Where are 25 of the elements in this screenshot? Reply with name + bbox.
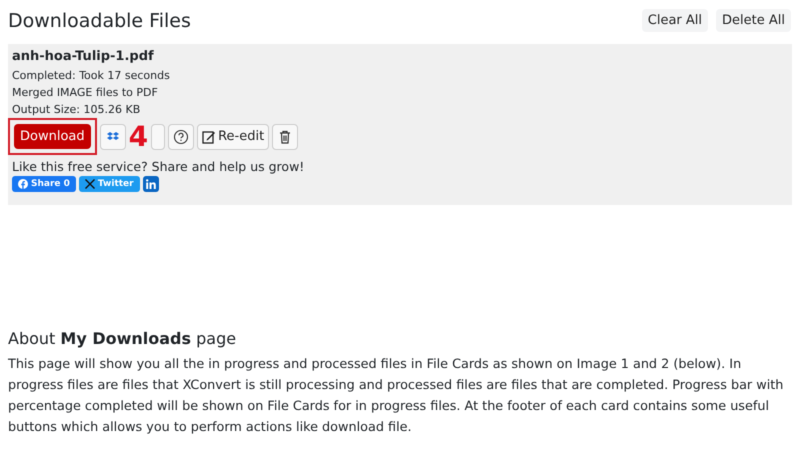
dropbox-button[interactable]	[100, 124, 126, 150]
share-text: Like this free service? Share and help us grow!	[12, 159, 306, 174]
x-logo-icon	[84, 179, 95, 189]
file-detail: Merged IMAGE files to PDF	[12, 85, 159, 101]
linkedin-icon	[144, 178, 157, 190]
delete-button[interactable]	[272, 124, 298, 150]
header-button[interactable]: Clear All	[642, 9, 708, 32]
download-button[interactable]: Download	[14, 124, 91, 149]
linkedin-share-button[interactable]	[142, 176, 159, 192]
page-title: Downloadable Files	[8, 10, 191, 32]
annotation-number: 4	[128, 122, 148, 152]
header-button[interactable]: Delete All	[716, 9, 791, 32]
box-icon	[106, 132, 119, 142]
question-icon	[173, 128, 190, 144]
file-name: anh-hoa-Tulip-1.pdf	[12, 49, 155, 64]
trash-icon	[279, 130, 292, 144]
help-button[interactable]	[168, 124, 194, 150]
description-paragraph: This page will show you all the in progress and processed files in File Cards as shown on Image 1 and 2 (below). In progress files are files that XConvert is still processing and processed files are files that are completed. Progress bar with percentage completed will be shown on File Cards for in progress files. At the footer of each card contains some useful buttons which allows you to perform actions like download file.	[8, 356, 784, 437]
edit-icon	[202, 130, 216, 144]
file-detail: Output Size: 105.26 KB	[12, 102, 142, 118]
file-detail: Completed: Took 17 seconds	[12, 68, 171, 84]
facebook-share-button[interactable]: Share 0	[12, 176, 76, 192]
facebook-icon	[18, 179, 28, 189]
section-heading: About My Downloads page	[8, 329, 238, 348]
re-edit-button[interactable]: Re-edit	[197, 124, 270, 150]
